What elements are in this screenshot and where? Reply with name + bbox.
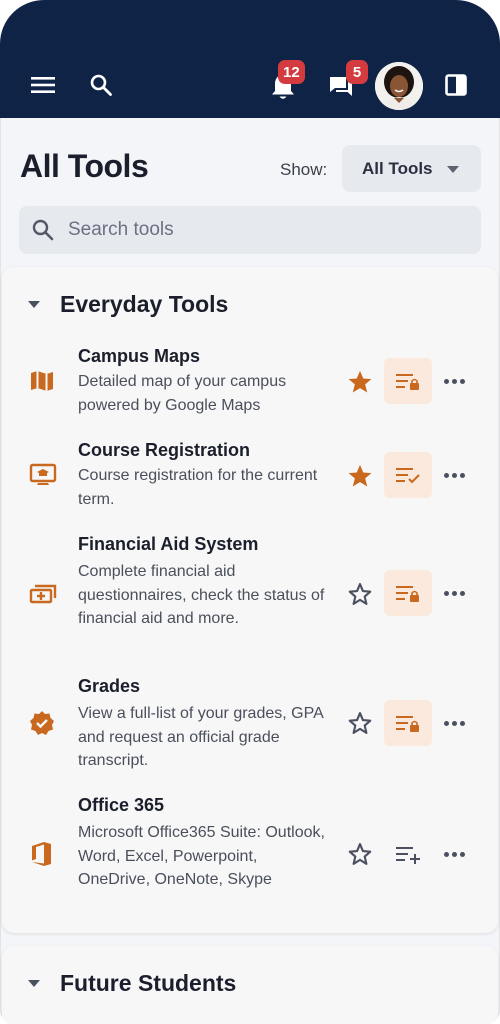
verified-badge-icon	[29, 710, 55, 741]
section-toggle[interactable]: Everyday Tools	[28, 291, 228, 318]
tool-office-365[interactable]: Office 365 Microsoft Office365 Suite: Ou…	[0, 789, 500, 919]
tool-title: Course Registration	[78, 440, 251, 460]
search-input[interactable]: Search tools	[19, 206, 481, 254]
tool-financial-aid-system[interactable]: Financial Aid System Complete financial …	[0, 528, 500, 658]
tool-title: Grades	[78, 676, 141, 696]
tool-description: Detailed map of your campus powered by G…	[78, 373, 287, 414]
tool-description: Course registration for the current term…	[78, 467, 318, 508]
star-outline-icon[interactable]	[346, 580, 374, 608]
office-icon	[29, 841, 55, 872]
tool-description: Microsoft Office365 Suite: Outlook, Word…	[78, 824, 325, 888]
show-filter-dropdown[interactable]: All Tools	[342, 145, 481, 192]
section-title: Future Students	[60, 970, 237, 996]
search-placeholder: Search tools	[68, 219, 174, 240]
tool-description: View a full-list of your grades, GPA and…	[78, 705, 323, 769]
tool-title: Office 365	[78, 795, 165, 815]
star-filled-icon[interactable]	[346, 462, 374, 490]
show-label: Show:	[280, 160, 328, 179]
tool-title: Financial Aid System	[78, 534, 259, 554]
tool-grades[interactable]: Grades View a full-list of your grades, …	[0, 670, 500, 780]
more-options-icon[interactable]	[444, 849, 468, 859]
more-options-icon[interactable]	[444, 718, 468, 728]
search-icon	[31, 218, 55, 247]
laptop-icon	[29, 463, 57, 492]
list-locked-icon[interactable]	[384, 700, 432, 746]
notifications-badge: 12	[278, 60, 305, 84]
tool-title: Campus Maps	[78, 346, 201, 366]
list-add-icon[interactable]	[384, 831, 432, 877]
list-added-icon[interactable]	[384, 452, 432, 498]
section-toggle[interactable]: Future Students	[28, 970, 236, 997]
tool-description: Complete financial aid questionnaires, c…	[78, 563, 325, 627]
menu-icon[interactable]	[30, 72, 56, 98]
top-app-bar: 12 5	[0, 0, 500, 118]
tool-course-registration[interactable]: Course Registration Course registration …	[0, 434, 500, 519]
chevron-down-icon	[447, 166, 459, 173]
more-options-icon[interactable]	[444, 470, 468, 480]
money-icon	[29, 582, 57, 611]
more-options-icon[interactable]	[444, 588, 468, 598]
section-title: Everyday Tools	[60, 291, 229, 317]
list-locked-icon[interactable]	[384, 570, 432, 616]
star-outline-icon[interactable]	[346, 709, 374, 737]
list-locked-icon[interactable]	[384, 358, 432, 404]
messages-badge: 5	[346, 60, 368, 84]
avatar[interactable]	[375, 62, 423, 110]
show-filter-value: All Tools	[362, 158, 433, 178]
page-title: All Tools	[20, 148, 149, 184]
future-students-section: Future Students	[2, 946, 498, 1024]
collapse-icon	[28, 980, 40, 987]
side-panel-icon[interactable]	[444, 73, 468, 97]
star-outline-icon[interactable]	[346, 840, 374, 868]
app-screen: 12 5 All Tools Show: All Tools Search to…	[0, 0, 500, 1024]
tool-campus-maps[interactable]: Campus Maps Detailed map of your campus …	[0, 340, 500, 425]
star-filled-icon[interactable]	[346, 368, 374, 396]
map-icon	[29, 369, 55, 398]
more-options-icon[interactable]	[444, 376, 468, 386]
search-icon[interactable]	[88, 72, 114, 98]
collapse-icon	[28, 301, 40, 308]
